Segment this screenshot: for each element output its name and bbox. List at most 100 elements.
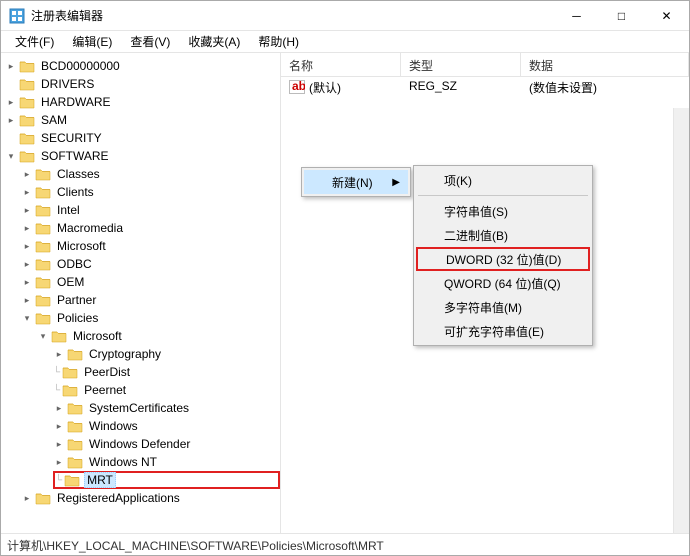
vertical-scrollbar[interactable]	[673, 108, 689, 533]
collapse-icon[interactable]: ▾	[37, 330, 49, 342]
expand-icon[interactable]: ▸	[53, 438, 65, 450]
col-name-header[interactable]: 名称	[281, 53, 401, 76]
title-bar: 注册表编辑器 ─ □ ✕	[1, 1, 689, 31]
tree-node-cryptography[interactable]: ▸Cryptography	[53, 345, 280, 363]
tree-pane[interactable]: ▸BCD00000000 DRIVERS ▸HARDWARE ▸SAM SECU…	[1, 53, 281, 533]
expand-icon[interactable]: ▸	[21, 186, 33, 198]
value-data: (数值未设置)	[521, 77, 689, 97]
collapse-icon[interactable]: ▾	[5, 150, 17, 162]
value-type: REG_SZ	[401, 77, 521, 97]
col-type-header[interactable]: 类型	[401, 53, 521, 76]
status-bar: 计算机\HKEY_LOCAL_MACHINE\SOFTWARE\Policies…	[1, 533, 689, 555]
tree-node-policies[interactable]: ▾Policies	[21, 309, 280, 327]
string-value-icon	[289, 80, 305, 94]
tree-node-odbc[interactable]: ▸ODBC	[21, 255, 280, 273]
folder-icon	[35, 185, 51, 199]
ctx-new[interactable]: 新建(N) ▶	[304, 170, 408, 194]
folder-icon	[19, 77, 35, 91]
expand-icon[interactable]: ▸	[21, 240, 33, 252]
tree-node-registeredapplications[interactable]: ▸RegisteredApplications	[21, 489, 280, 507]
tree-node-peerdist[interactable]: └PeerDist	[53, 363, 280, 381]
list-header: 名称 类型 数据	[281, 53, 689, 77]
menu-file[interactable]: 文件(F)	[7, 31, 62, 52]
folder-icon	[19, 95, 35, 109]
expand-icon[interactable]: ▸	[53, 402, 65, 414]
folder-icon	[35, 203, 51, 217]
tree-node-windows-defender[interactable]: ▸Windows Defender	[53, 435, 280, 453]
ctx-new-string[interactable]: 字符串值(S)	[416, 199, 590, 223]
col-data-header[interactable]: 数据	[521, 53, 689, 76]
tree-node-windows-nt[interactable]: ▸Windows NT	[53, 453, 280, 471]
tree-node-security[interactable]: SECURITY	[5, 129, 280, 147]
folder-icon	[67, 455, 83, 469]
folder-icon	[67, 419, 83, 433]
tree-node-macromedia[interactable]: ▸Macromedia	[21, 219, 280, 237]
tree-node-bcd[interactable]: ▸BCD00000000	[5, 57, 280, 75]
folder-icon	[62, 383, 78, 397]
close-button[interactable]: ✕	[644, 1, 689, 31]
folder-icon	[19, 149, 35, 163]
tree-node-partner[interactable]: ▸Partner	[21, 291, 280, 309]
menu-bar: 文件(F) 编辑(E) 查看(V) 收藏夹(A) 帮助(H)	[1, 31, 689, 53]
menu-favorites[interactable]: 收藏夹(A)	[180, 31, 248, 52]
folder-icon	[35, 293, 51, 307]
context-submenu-new: 项(K) 字符串值(S) 二进制值(B) DWORD (32 位)值(D) QW…	[413, 165, 593, 346]
expand-icon[interactable]: ▸	[21, 222, 33, 234]
ctx-new-qword[interactable]: QWORD (64 位)值(Q)	[416, 271, 590, 295]
menu-help[interactable]: 帮助(H)	[250, 31, 307, 52]
expand-icon[interactable]: ▸	[53, 456, 65, 468]
expand-icon[interactable]: ▸	[53, 348, 65, 360]
expand-icon[interactable]: ▸	[21, 168, 33, 180]
tree-node-intel[interactable]: ▸Intel	[21, 201, 280, 219]
ctx-new-key[interactable]: 项(K)	[416, 168, 590, 192]
folder-icon	[67, 401, 83, 415]
folder-icon	[35, 167, 51, 181]
minimize-button[interactable]: ─	[554, 1, 599, 31]
tree-node-peernet[interactable]: └Peernet	[53, 381, 280, 399]
value-row-default[interactable]: (默认) REG_SZ (数值未设置)	[281, 77, 689, 97]
value-list-pane[interactable]: 名称 类型 数据 (默认) REG_SZ (数值未设置) 新建(N) ▶ 项(K…	[281, 53, 689, 533]
folder-icon	[35, 275, 51, 289]
expand-icon[interactable]: ▸	[21, 276, 33, 288]
tree-node-classes[interactable]: ▸Classes	[21, 165, 280, 183]
tree-node-software[interactable]: ▾SOFTWARE	[5, 147, 280, 165]
submenu-arrow-icon: ▶	[392, 177, 400, 188]
folder-icon	[19, 131, 35, 145]
tree-node-mrt[interactable]: └MRT	[53, 471, 280, 489]
tree-node-oem[interactable]: ▸OEM	[21, 273, 280, 291]
folder-icon	[67, 437, 83, 451]
menu-edit[interactable]: 编辑(E)	[64, 31, 120, 52]
expand-icon[interactable]: ▸	[5, 60, 17, 72]
tree-node-hardware[interactable]: ▸HARDWARE	[5, 93, 280, 111]
ctx-new-dword[interactable]: DWORD (32 位)值(D)	[416, 247, 590, 271]
collapse-icon[interactable]: ▾	[21, 312, 33, 324]
expand-icon[interactable]: ▸	[21, 258, 33, 270]
ctx-new-expandstring[interactable]: 可扩充字符串值(E)	[416, 319, 590, 343]
folder-icon	[35, 491, 51, 505]
expand-icon[interactable]: ▸	[53, 420, 65, 432]
expand-icon[interactable]: ▸	[21, 294, 33, 306]
expand-icon[interactable]: ▸	[5, 96, 17, 108]
expand-icon[interactable]: ▸	[5, 114, 17, 126]
tree-node-policies-microsoft[interactable]: ▾Microsoft	[37, 327, 280, 345]
ctx-new-multistring[interactable]: 多字符串值(M)	[416, 295, 590, 319]
tree-node-clients[interactable]: ▸Clients	[21, 183, 280, 201]
folder-icon	[19, 59, 35, 73]
tree-node-microsoft[interactable]: ▸Microsoft	[21, 237, 280, 255]
folder-icon	[35, 311, 51, 325]
expand-icon[interactable]: ▸	[21, 204, 33, 216]
tree-node-sam[interactable]: ▸SAM	[5, 111, 280, 129]
expand-icon[interactable]: ▸	[21, 492, 33, 504]
tree-node-windows[interactable]: ▸Windows	[53, 417, 280, 435]
folder-icon	[19, 113, 35, 127]
folder-icon	[51, 329, 67, 343]
ctx-new-binary[interactable]: 二进制值(B)	[416, 223, 590, 247]
value-name: (默认)	[309, 79, 341, 96]
maximize-button[interactable]: □	[599, 1, 644, 31]
folder-icon	[67, 347, 83, 361]
folder-icon	[35, 221, 51, 235]
tree-node-systemcertificates[interactable]: ▸SystemCertificates	[53, 399, 280, 417]
folder-icon	[64, 473, 80, 487]
menu-view[interactable]: 查看(V)	[122, 31, 178, 52]
tree-node-drivers[interactable]: DRIVERS	[5, 75, 280, 93]
